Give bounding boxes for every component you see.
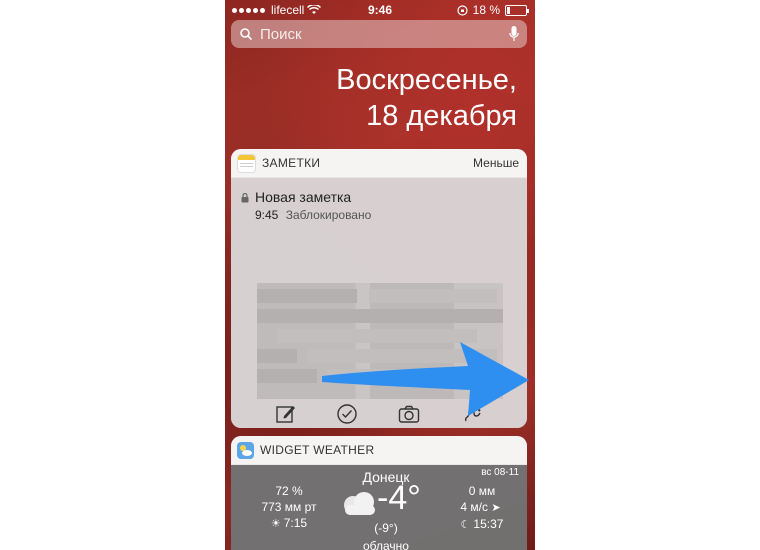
wind-value: 4 м/с [460,500,489,514]
battery-percent: 18 % [472,3,500,17]
search-placeholder: Поиск [260,25,302,43]
humidity-value: 72 % [275,484,303,498]
rotation-lock-icon [457,4,468,16]
weather-app-icon [237,441,254,459]
pressure-value: 773 мм рт [261,500,317,514]
swipe-arrow-icon [322,342,529,416]
notes-widget-header: ЗАМЕТКИ Меньше [231,149,527,178]
note-meta: 9:45 Заблокировано [255,208,371,222]
phone-screen: lifecell 9:46 18 % Поиск Воскресенье, 18… [225,0,535,550]
weather-feels-like: (-9°) [374,521,398,535]
weather-left-stats: 72 % 773 мм рт ☀ 7:15 [249,483,329,532]
weather-right-stats: 0 мм 4 м/с ➤ ☾ 15:37 [441,483,523,533]
weather-temperature: -4° [377,479,421,517]
sunrise-value: 7:15 [283,516,308,530]
wind-row: 4 м/с ➤ [441,499,523,516]
microphone-icon[interactable] [509,26,519,42]
notes-app-icon [237,153,256,173]
cloud-icon [344,492,375,515]
compose-icon[interactable] [275,403,297,425]
sunset-value: 15:37 [473,517,504,531]
battery-icon [505,4,529,16]
date-day-month: 18 декабря [366,100,517,132]
lock-icon [241,193,249,203]
note-status: Заблокировано [285,208,372,222]
date-weekday: Воскресенье, [336,64,517,96]
weather-content[interactable]: вс 08-11 Донецк 72 % 773 мм рт ☀ 7:15 -4°… [231,465,527,550]
moon-icon: ☾ [460,519,471,531]
weather-date: вс 08-11 [481,467,519,478]
sunrise-row: ☀ 7:15 [249,515,329,532]
note-time: 9:45 [255,208,279,222]
precipitation-value: 0 мм [468,484,496,498]
notes-widget-title: ЗАМЕТКИ [262,156,321,170]
sunrise-icon: ☀ [270,518,281,530]
wind-direction-icon: ➤ [491,502,501,514]
sunset-row: ☾ 15:37 [441,516,523,533]
status-right: 18 % [457,3,529,17]
status-bar: lifecell 9:46 18 % [225,0,535,18]
note-title: Новая заметка [255,189,352,205]
weather-widget-header: WIDGET WEATHER [231,436,527,465]
search-icon [240,28,252,40]
search-bar[interactable]: Поиск [231,20,527,48]
weather-condition: облачно [363,539,409,550]
date-display: Воскресенье, 18 декабря [336,62,517,134]
weather-widget-title: WIDGET WEATHER [260,443,375,457]
weather-widget: WIDGET WEATHER вс 08-11 Донецк 72 % 773 … [231,436,527,550]
show-less-button[interactable]: Меньше [473,156,519,170]
